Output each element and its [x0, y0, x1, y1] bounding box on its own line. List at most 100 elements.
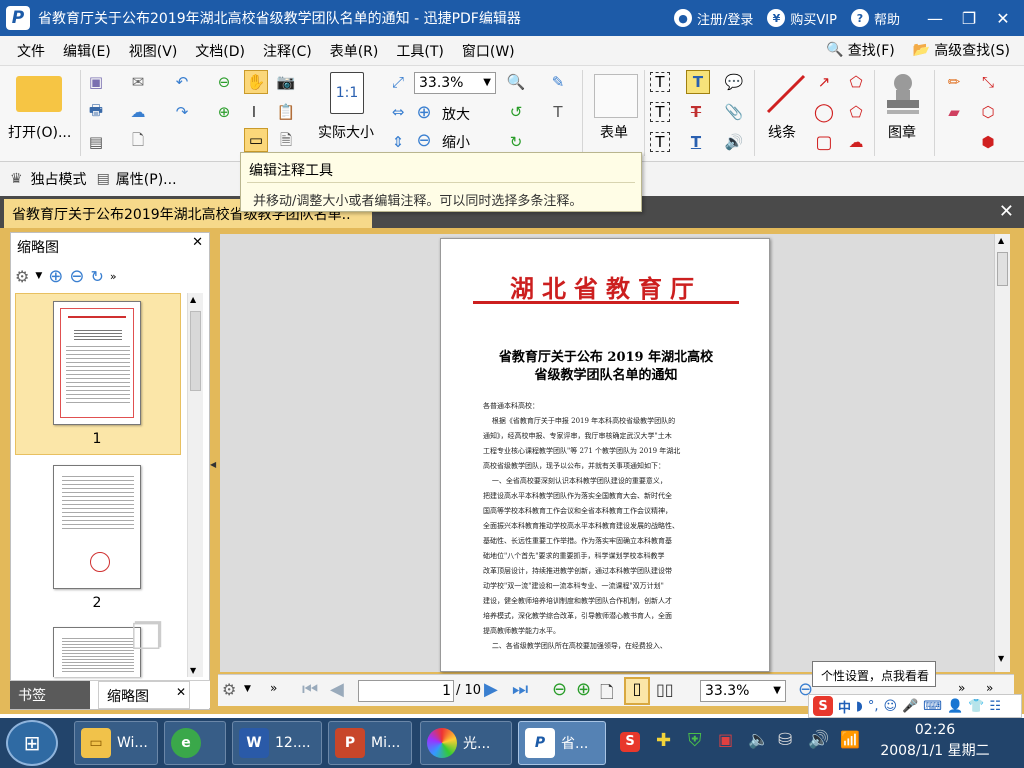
thumb-zoom-in-icon[interactable]: ⊕	[48, 266, 63, 287]
more-chevron-icon[interactable]: »	[110, 270, 117, 283]
zoom-out-button[interactable]: 缩小	[442, 132, 470, 152]
zoom-in-icon[interactable]: ⊕	[414, 102, 434, 123]
collapse-panel-icon[interactable]: ◀	[210, 460, 216, 480]
start-button[interactable]: ⊞	[6, 720, 58, 766]
ellipse-tool-icon[interactable]: ◯	[814, 102, 834, 123]
email-icon[interactable]: ✉	[128, 72, 148, 92]
ime-mode-label[interactable]: 中	[838, 697, 851, 716]
paste-icon[interactable]: 📋	[276, 102, 296, 122]
export-icon[interactable]: ▤	[86, 132, 106, 152]
add-text-icon[interactable]: T	[548, 102, 568, 122]
voice-icon[interactable]: 🎤	[902, 699, 918, 714]
advanced-find-button[interactable]: 📂 高级查找(S)	[913, 40, 1010, 60]
forward-arrow-icon[interactable]: ⊕	[214, 102, 234, 122]
facing-pages-icon[interactable]: ▯▯	[656, 680, 674, 699]
page-tool-icon[interactable]: 🗎	[276, 131, 296, 152]
strikeout-icon[interactable]: T	[686, 102, 706, 122]
go-forward-icon[interactable]: ⊕	[576, 679, 591, 700]
thumbnails-tab-close-icon[interactable]: ✕	[176, 685, 186, 699]
zoom-out-icon[interactable]: ⊖	[414, 130, 434, 151]
menu-form[interactable]: 表单(R)	[321, 41, 388, 61]
viewer-scrollbar[interactable]: ▲ ▼	[994, 234, 1010, 672]
tray-sogou-icon[interactable]: S	[620, 732, 640, 752]
scroll-down-icon[interactable]: ▼	[190, 666, 196, 675]
scroll-thumb[interactable]	[190, 311, 201, 391]
chevron-down-icon[interactable]: ▼	[244, 684, 251, 694]
thumbnail-scrollbar[interactable]: ▲ ▼	[187, 293, 203, 677]
panel-close-icon[interactable]: ✕	[192, 235, 203, 250]
select-text-icon[interactable]: I	[244, 102, 264, 122]
bookmarks-tab[interactable]: 书签	[10, 681, 90, 709]
save-icon[interactable]: ▣	[86, 72, 106, 92]
close-tab-icon[interactable]: ✕	[999, 201, 1014, 222]
back-arrow-icon[interactable]: ⊖	[214, 72, 234, 92]
magnifier-icon[interactable]: 🔍	[506, 72, 526, 92]
task-pdf-editor[interactable]: P 省...	[518, 721, 606, 765]
system-clock[interactable]: 02:26 2008/1/1 星期二	[870, 720, 1000, 762]
edit-text-icon[interactable]: ✎	[548, 72, 568, 92]
more-chevron-icon[interactable]: »	[270, 681, 277, 695]
tray-volume-icon[interactable]: 🔈	[748, 730, 769, 750]
edit-annotation-tool-icon[interactable]: ▭	[244, 128, 268, 152]
thumbnail-page-3[interactable]	[53, 627, 141, 677]
undo-icon[interactable]: ↶	[172, 72, 192, 92]
scroll-up-icon[interactable]: ▲	[998, 236, 1004, 245]
next-page-icon[interactable]: ▶	[484, 679, 498, 700]
underline-icon[interactable]: T	[686, 132, 706, 152]
form-icon[interactable]	[594, 74, 638, 118]
rotate-left-icon[interactable]: ↺	[506, 102, 526, 122]
thumb-zoom-out-icon[interactable]: ⊖	[69, 266, 84, 287]
print-icon[interactable]: 🖶	[86, 101, 106, 122]
rotate-right-icon[interactable]: ↻	[506, 132, 526, 152]
previous-page-icon[interactable]: ◀	[330, 679, 344, 700]
zoom-select-bottom[interactable]: 33.3% ▼	[700, 680, 786, 702]
login-button[interactable]: ● 注册/登录	[674, 9, 753, 28]
more-chevron-icon[interactable]: »	[958, 681, 965, 695]
stamp-icon[interactable]	[884, 72, 922, 116]
tray-speaker-icon[interactable]: 🔊	[808, 730, 829, 750]
callout-icon[interactable]: T	[650, 132, 670, 152]
single-page-icon[interactable]: 🗋	[600, 680, 614, 709]
properties-button[interactable]: 属性(P)...	[116, 169, 177, 189]
task-photo[interactable]: 光...	[420, 721, 512, 765]
keyboard-icon[interactable]: ⌨	[923, 699, 942, 714]
task-browser[interactable]: e	[164, 721, 226, 765]
last-page-icon[interactable]: ⏭	[512, 679, 528, 700]
redo-icon[interactable]: ↷	[172, 102, 192, 122]
text-box-icon[interactable]: T	[650, 102, 670, 122]
pencil-icon[interactable]: ✏	[944, 72, 964, 92]
new-document-icon[interactable]: 🗋	[128, 131, 148, 152]
measure-perimeter-icon[interactable]: ⬡	[978, 102, 998, 122]
exclusive-mode-button[interactable]: 独占模式	[31, 169, 87, 189]
menu-tools[interactable]: 工具(T)	[387, 41, 452, 61]
sound-icon[interactable]: 🔊	[724, 132, 744, 152]
half-width-icon[interactable]: ◗	[856, 699, 863, 714]
task-explorer[interactable]: ▭ Wi...	[74, 721, 158, 765]
chevron-down-icon[interactable]: ▼	[35, 271, 42, 281]
close-window-button[interactable]: ✕	[986, 9, 1020, 28]
continuous-page-icon[interactable]: ▯	[624, 677, 650, 705]
line-tool-icon[interactable]	[766, 74, 806, 114]
cloud-upload-icon[interactable]: ☁	[128, 102, 148, 122]
restore-button[interactable]: ❐	[952, 9, 986, 28]
find-button[interactable]: 🔍 查找(F)	[826, 40, 894, 60]
menu-comment[interactable]: 注释(C)	[254, 41, 321, 61]
menu-view[interactable]: 视图(V)	[120, 41, 187, 61]
zoom-in-button[interactable]: 放大	[442, 104, 470, 124]
hand-tool-icon[interactable]: ✋	[244, 70, 268, 94]
stamp-button[interactable]: 图章	[888, 122, 916, 142]
measure-area-icon[interactable]: ⬢	[978, 132, 998, 152]
emoji-icon[interactable]: ☺	[884, 699, 898, 714]
menu-file[interactable]: 文件	[8, 41, 54, 61]
help-button[interactable]: ? 帮助	[850, 9, 900, 28]
page-number-input[interactable]: 1	[358, 680, 454, 702]
open-folder-icon[interactable]	[16, 76, 62, 112]
arrow-tool-icon[interactable]: ↗	[814, 72, 834, 92]
menu-edit[interactable]: 编辑(E)	[54, 41, 120, 61]
thumbnail-page-1[interactable]	[53, 301, 141, 425]
form-button[interactable]: 表单	[600, 122, 628, 142]
actual-size-button[interactable]: 实际大小	[318, 122, 374, 142]
rotate-90-icon[interactable]: ↻	[90, 267, 103, 286]
settings-gear-icon[interactable]: ⚙	[15, 267, 29, 286]
task-powerpoint[interactable]: P Mi...	[328, 721, 412, 765]
